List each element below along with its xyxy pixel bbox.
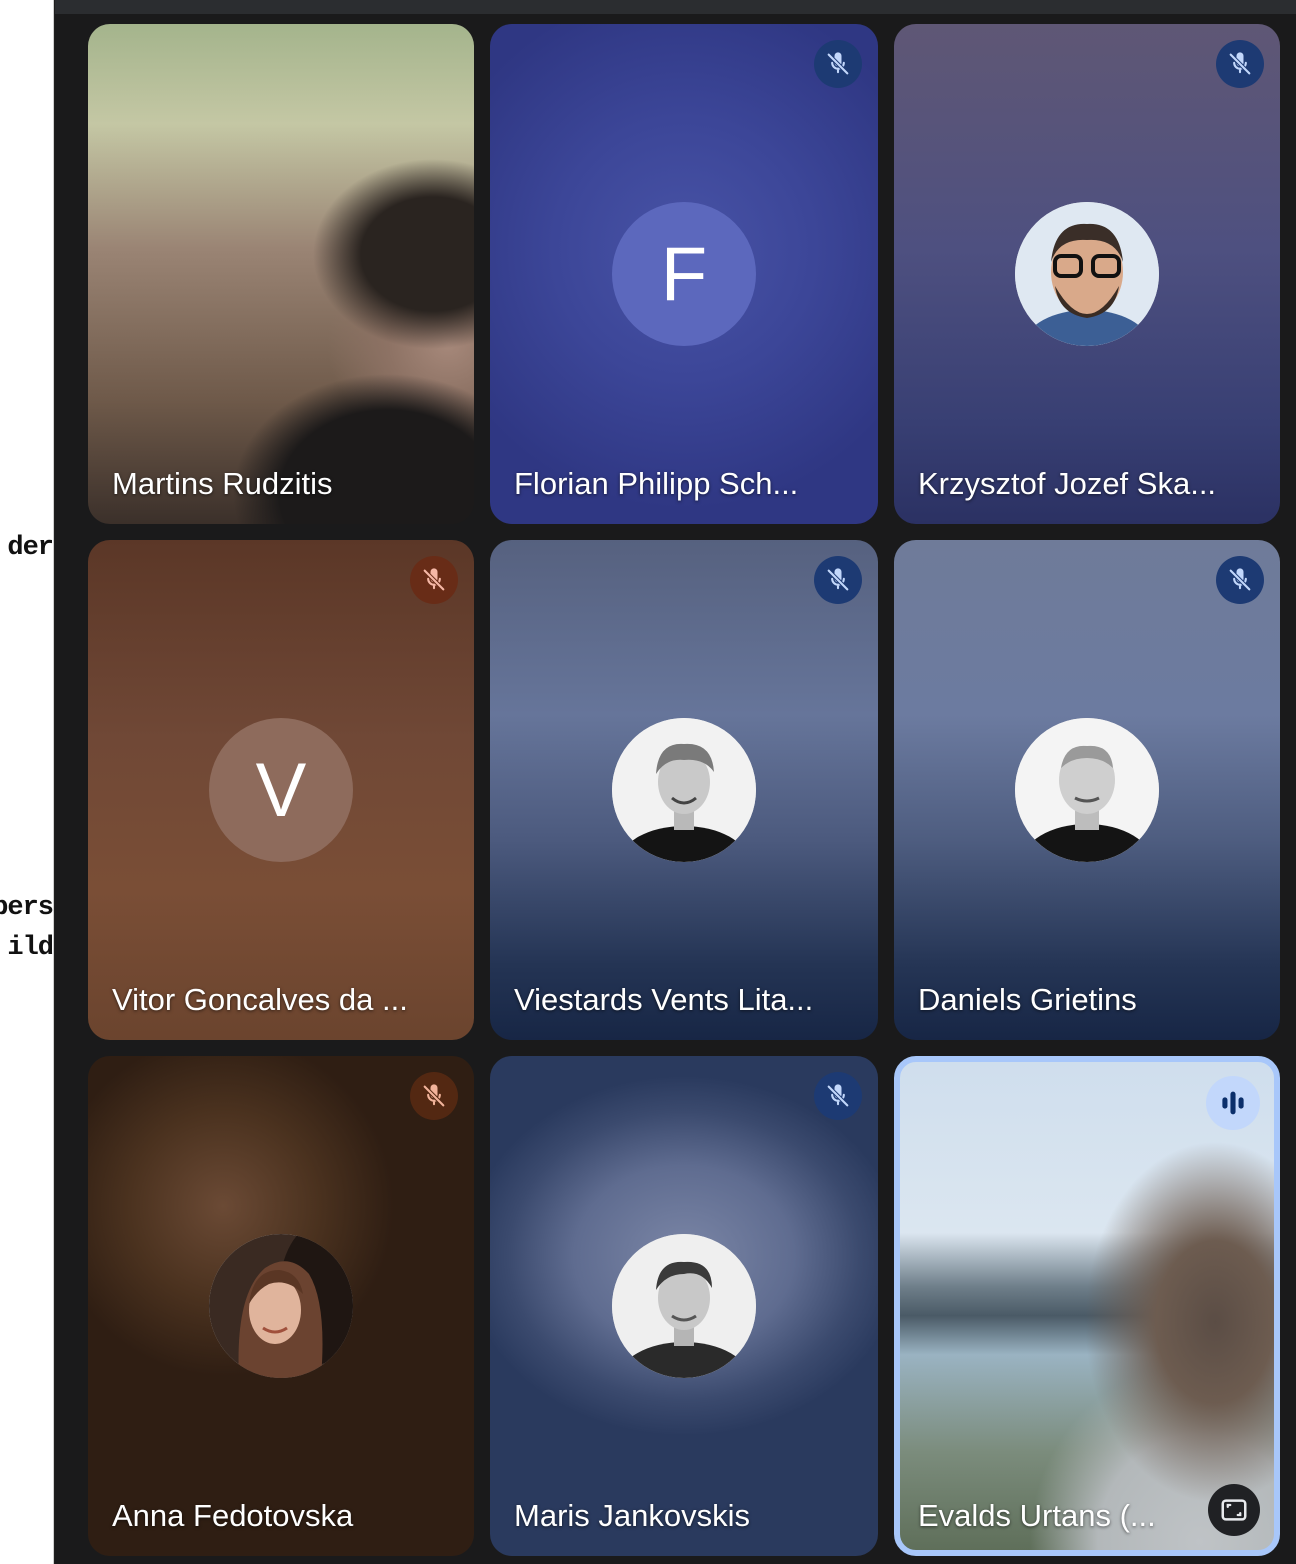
participant-tile-krzysztof[interactable]: Krzysztof Jozef Ska...	[894, 24, 1280, 524]
document-text-fragment: der	[7, 533, 53, 563]
participant-name: Florian Philipp Sch...	[514, 466, 799, 501]
audio-level-icon	[1206, 1076, 1260, 1130]
participant-tile-anna-fedotovska[interactable]: Anna Fedotovska	[88, 1056, 474, 1556]
document-text-fragment: pers	[0, 893, 53, 923]
mic-off-icon	[814, 1072, 862, 1120]
profile-photo-icon	[1015, 718, 1159, 862]
mic-off-icon	[1216, 556, 1264, 604]
mic-off-icon	[814, 40, 862, 88]
avatar: V	[209, 718, 353, 862]
profile-photo-icon	[1015, 202, 1159, 346]
participant-name: Vitor Goncalves da ...	[112, 982, 408, 1017]
participant-tile-martins-rudzitis[interactable]: Martins Rudzitis	[88, 24, 474, 524]
participant-tile-maris-jankovskis[interactable]: Maris Jankovskis	[490, 1056, 878, 1556]
fullscreen-frame-icon[interactable]	[1208, 1484, 1260, 1536]
avatar-initial: V	[255, 747, 307, 833]
profile-photo-icon	[209, 1234, 353, 1378]
meeting-participant-grid: Martins Rudzitis F Florian Philipp Sch..…	[55, 0, 1296, 1564]
participant-name: Daniels Grietins	[918, 982, 1137, 1017]
participant-tile-daniels-grietins[interactable]: Daniels Grietins	[894, 540, 1280, 1040]
profile-photo-icon	[612, 718, 756, 862]
document-text-fragment: ild	[7, 933, 53, 963]
participant-name: Anna Fedotovska	[112, 1498, 354, 1533]
participant-name: Martins Rudzitis	[112, 466, 333, 501]
background-document-window: der pers ild	[0, 0, 54, 1564]
participant-name: Krzysztof Jozef Ska...	[918, 466, 1217, 501]
profile-photo-icon	[612, 1234, 756, 1378]
avatar-initial: F	[660, 231, 708, 317]
mic-off-icon	[814, 556, 862, 604]
participant-name: Viestards Vents Lita...	[514, 982, 814, 1017]
participant-name: Maris Jankovskis	[514, 1498, 750, 1533]
participant-tile-florian[interactable]: F Florian Philipp Sch...	[490, 24, 878, 524]
meeting-top-bar	[55, 0, 1296, 14]
mic-off-icon	[410, 556, 458, 604]
participant-tile-vitor[interactable]: V Vitor Goncalves da ...	[88, 540, 474, 1040]
mic-off-icon	[1216, 40, 1264, 88]
participant-tile-evalds-urtans[interactable]: Evalds Urtans (...	[894, 1056, 1280, 1556]
participant-name: Evalds Urtans (...	[918, 1498, 1156, 1533]
mic-off-icon	[410, 1072, 458, 1120]
participant-tile-viestards[interactable]: Viestards Vents Lita...	[490, 540, 878, 1040]
avatar: F	[612, 202, 756, 346]
